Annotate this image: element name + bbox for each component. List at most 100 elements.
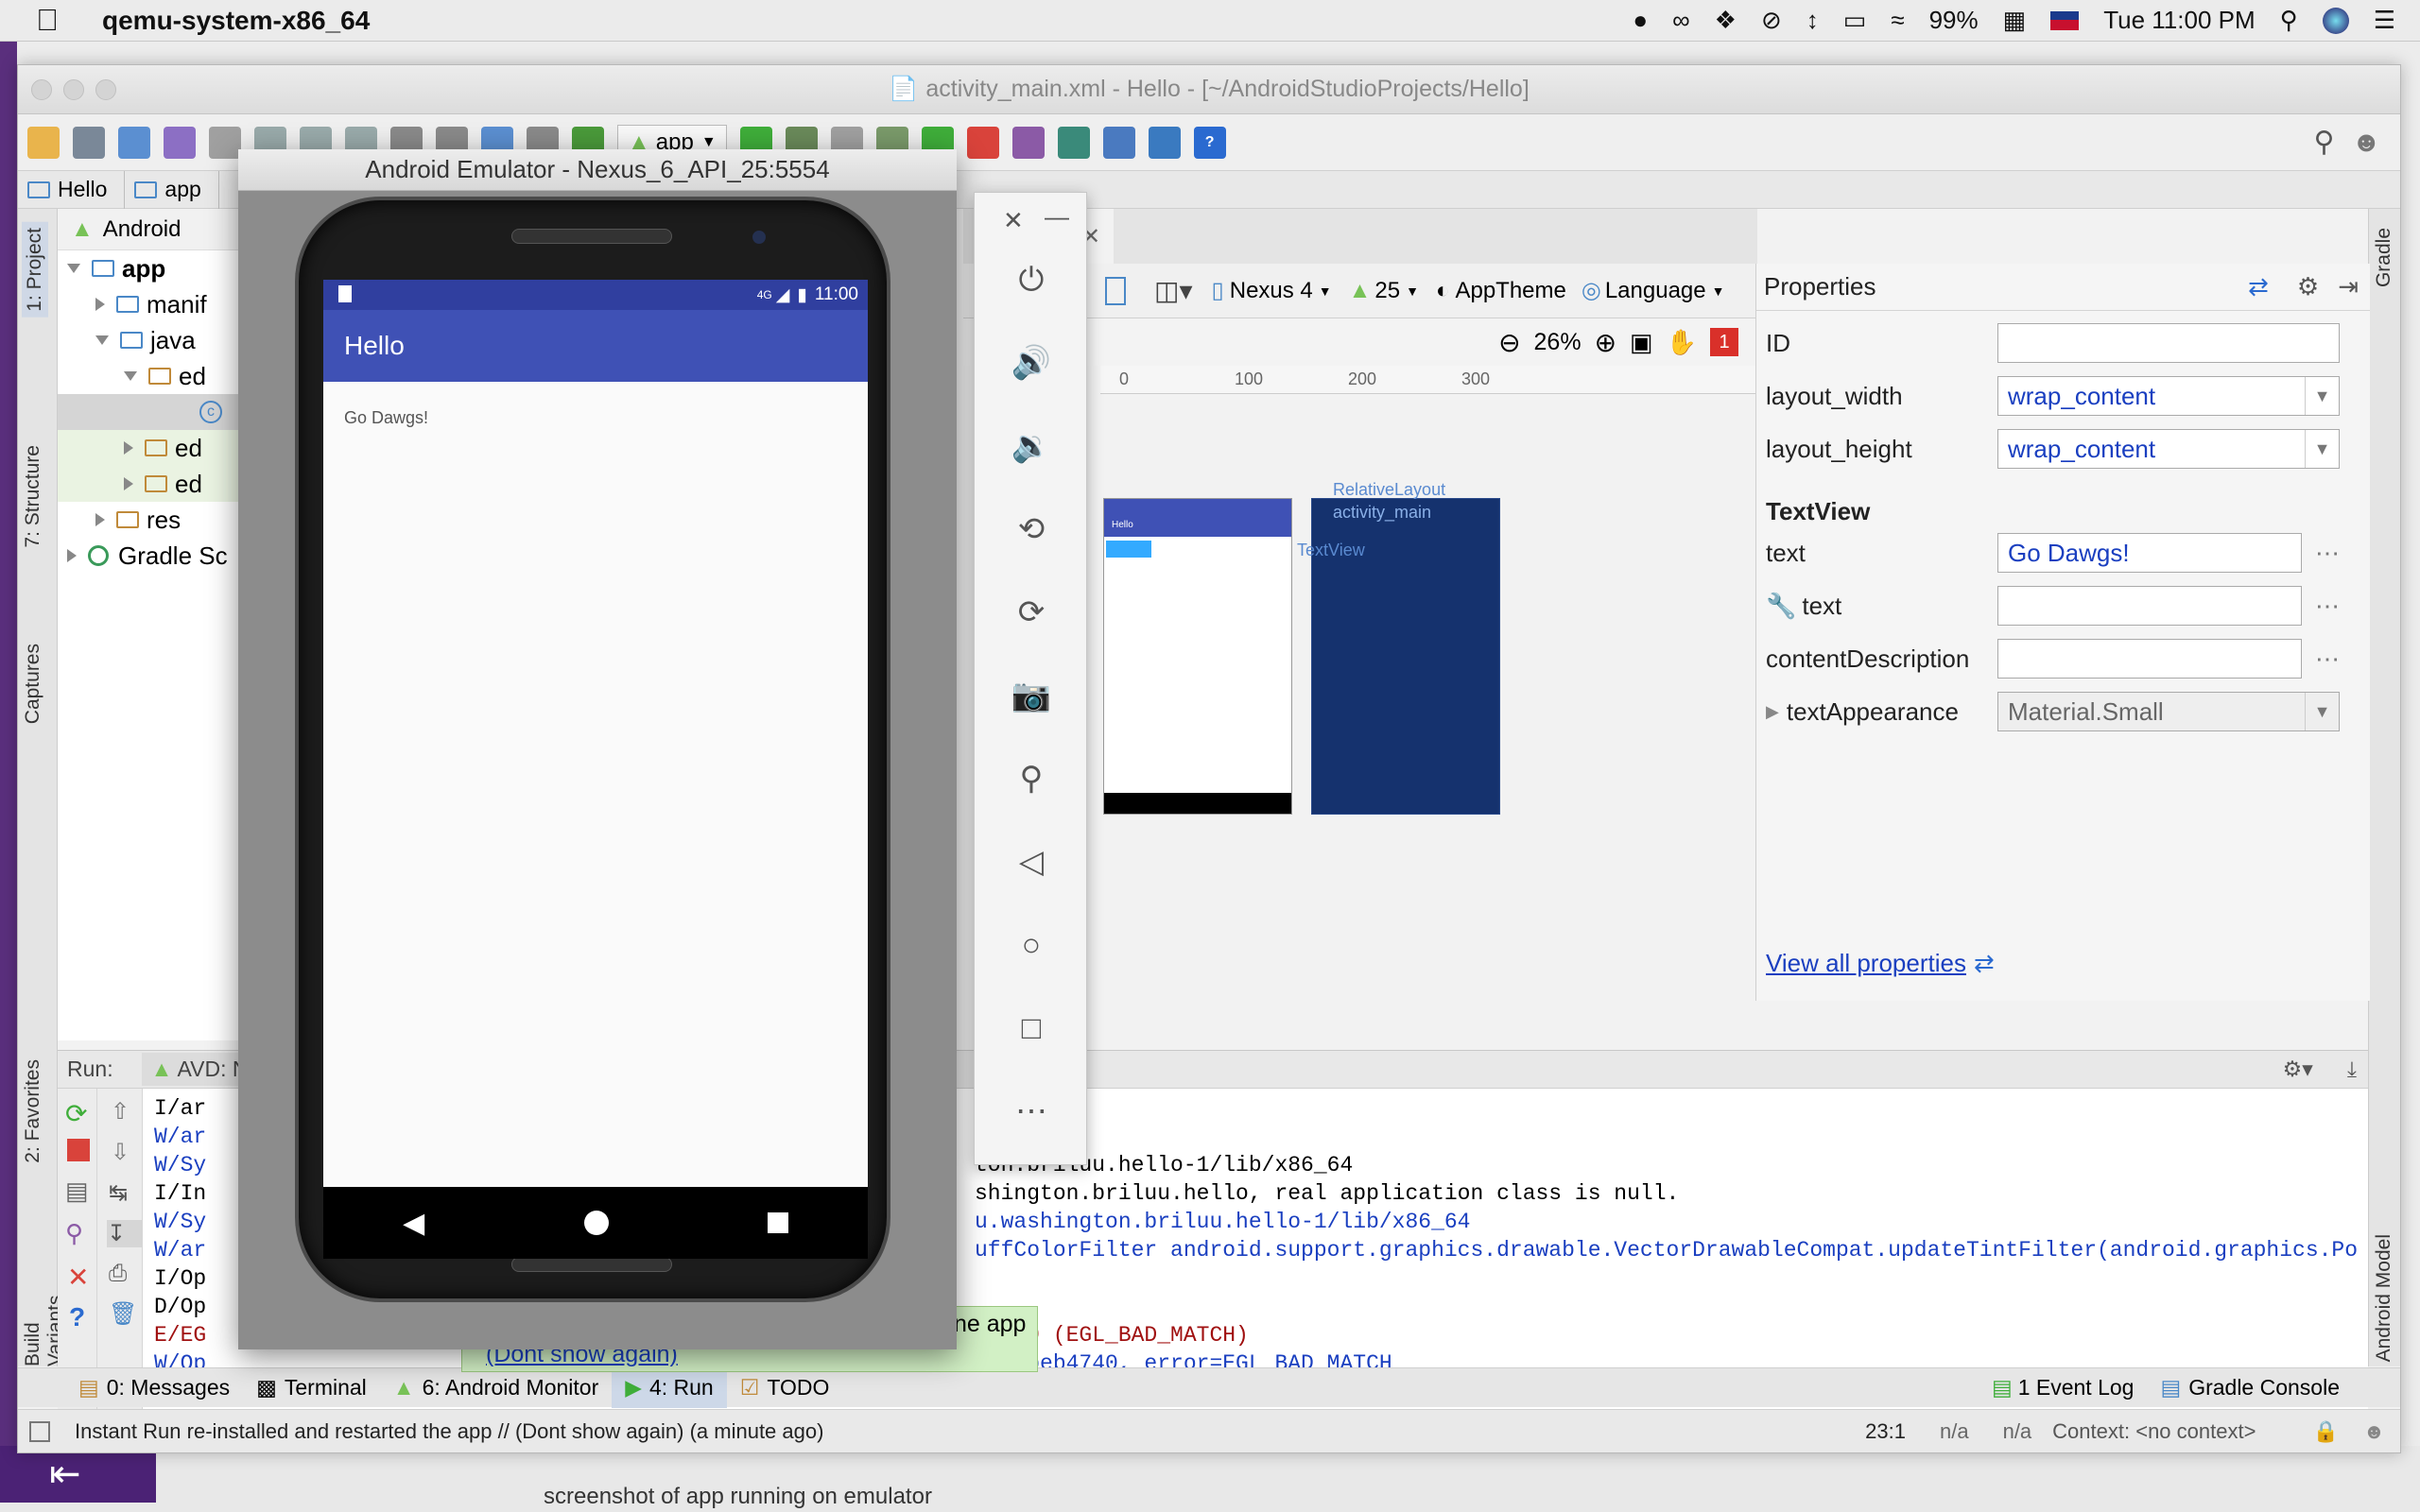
status-icon-1[interactable]: ● bbox=[1633, 6, 1648, 35]
view-all-properties-link[interactable]: View all properties ⇄ bbox=[1766, 942, 2049, 984]
tools-text-field[interactable] bbox=[1997, 586, 2302, 626]
open-icon[interactable] bbox=[27, 126, 60, 159]
airplay-icon[interactable]: ▭ bbox=[1843, 6, 1867, 35]
screenshot-icon[interactable]: 📷 bbox=[1011, 675, 1052, 716]
rerun-icon[interactable]: ⟳ bbox=[65, 1098, 96, 1129]
back-icon[interactable]: ◀ bbox=[403, 1207, 424, 1240]
overview-icon[interactable]: □ bbox=[1011, 1007, 1052, 1049]
more-icon[interactable]: ⋯ bbox=[2315, 592, 2340, 621]
blueprint-textview-label[interactable]: TextView bbox=[1297, 541, 1365, 560]
flag-icon[interactable] bbox=[2050, 10, 2080, 30]
device-select[interactable]: ▯ Nexus 4 ▼ bbox=[1212, 277, 1332, 304]
line-separator[interactable]: n/a bbox=[1940, 1419, 1969, 1444]
stop-icon[interactable] bbox=[966, 126, 999, 159]
sync-icon[interactable]: ↕ bbox=[1806, 6, 1819, 35]
more-icon[interactable]: ⋯ bbox=[1011, 1091, 1052, 1132]
expand-icon[interactable]: ▶ bbox=[1766, 702, 1779, 722]
gear-icon[interactable]: ⚙ bbox=[2297, 272, 2319, 301]
creative-cloud-icon[interactable]: ∞ bbox=[1672, 6, 1690, 35]
tab-captures[interactable]: Captures bbox=[22, 644, 44, 724]
rotate-left-icon[interactable]: ⟲ bbox=[1011, 508, 1052, 550]
layout-width-select[interactable]: wrap_content ▼ bbox=[1997, 376, 2340, 416]
home-icon[interactable] bbox=[583, 1211, 609, 1235]
theme-select[interactable]: ◐ AppTheme bbox=[1436, 278, 1566, 304]
toggle-tool-windows-icon[interactable] bbox=[29, 1420, 50, 1442]
zoom-icon[interactable]: ⚲ bbox=[1011, 758, 1052, 799]
gear-icon[interactable]: ⚙▾ bbox=[2283, 1057, 2313, 1082]
tab-android-model[interactable]: Android Model bbox=[2373, 1234, 2395, 1362]
soft-wrap-icon[interactable]: ↹ bbox=[109, 1179, 142, 1207]
rotate-right-icon[interactable]: ⟳ bbox=[1011, 592, 1052, 633]
tab-android-monitor[interactable]: ▲ 6: Android Monitor bbox=[380, 1368, 612, 1408]
encoding[interactable]: n/a bbox=[2003, 1419, 2032, 1444]
caret-position[interactable]: 23:1 bbox=[1865, 1419, 1906, 1444]
volume-up-icon[interactable]: 🔊 bbox=[1011, 342, 1052, 384]
dropbox-icon[interactable]: ❖ bbox=[1715, 6, 1737, 35]
siri-icon[interactable] bbox=[2322, 7, 2349, 34]
tab-terminal[interactable]: ▩ Terminal bbox=[243, 1368, 380, 1408]
tab-gradle-console[interactable]: ▤ Gradle Console bbox=[2147, 1368, 2353, 1408]
redo-icon[interactable] bbox=[209, 126, 241, 159]
minimize-window-button[interactable] bbox=[63, 79, 84, 100]
notification-center-icon[interactable]: ☰ bbox=[2374, 6, 2395, 35]
dnd-icon[interactable]: ⊘ bbox=[1761, 6, 1782, 35]
back-icon[interactable]: ◁ bbox=[1011, 841, 1052, 883]
wifi-icon[interactable]: ≈ bbox=[1891, 6, 1904, 35]
orientation-icon[interactable]: ◫▾ bbox=[1154, 275, 1193, 306]
context-indicator[interactable]: Context: <no context> bbox=[2052, 1419, 2256, 1444]
volume-down-icon[interactable]: 🔉 bbox=[1011, 425, 1052, 467]
breadcrumb-item-app[interactable]: app bbox=[125, 170, 219, 209]
avd-manager-icon[interactable] bbox=[1011, 126, 1045, 159]
apple-icon[interactable]:  bbox=[36, 3, 68, 38]
design-preview[interactable]: Hello bbox=[1103, 498, 1292, 815]
blueprint-view[interactable]: RelativeLayout activity_main TextView bbox=[1297, 480, 1500, 815]
app-menu-name[interactable]: qemu-system-x86_64 bbox=[102, 6, 370, 36]
scroll-to-end-icon[interactable]: ↧ bbox=[107, 1220, 142, 1247]
print-icon[interactable]: ⎙ bbox=[109, 1261, 142, 1287]
tab-run[interactable]: ▶ 4: Run bbox=[612, 1367, 727, 1408]
battery-percent[interactable]: 99% bbox=[1929, 6, 1979, 35]
issues-badge[interactable]: 1 bbox=[1710, 328, 1738, 356]
undo-icon[interactable] bbox=[164, 126, 196, 159]
text-field[interactable]: Go Dawgs! bbox=[1997, 533, 2302, 573]
content-description-field[interactable] bbox=[1997, 639, 2302, 679]
save-icon[interactable] bbox=[73, 126, 105, 159]
tab-event-log[interactable]: ▤ 1 Event Log bbox=[1979, 1368, 2148, 1408]
battery-icon[interactable]: ▦ bbox=[2003, 6, 2027, 35]
inspector-icon[interactable]: ☻ bbox=[2363, 1419, 2385, 1444]
lock-icon[interactable]: 🔒 bbox=[2312, 1419, 2338, 1444]
tab-structure[interactable]: 7: Structure bbox=[22, 445, 44, 548]
pin-icon[interactable]: ⚲ bbox=[65, 1219, 96, 1248]
hide-panel-icon[interactable]: ⤓ bbox=[2347, 1057, 2357, 1082]
download-icon[interactable] bbox=[1148, 126, 1181, 159]
close-icon[interactable]: ✕ bbox=[1003, 206, 1024, 235]
menu-clock[interactable]: Tue 11:00 PM bbox=[2103, 6, 2255, 35]
swap-icon[interactable]: ⇄ bbox=[2248, 272, 2269, 301]
stop-icon[interactable] bbox=[67, 1139, 90, 1161]
text-appearance-select[interactable]: Material.Small ▼ bbox=[1997, 692, 2340, 731]
more-icon[interactable]: ⋯ bbox=[2315, 644, 2340, 674]
arrow-down-icon[interactable]: ⇩ bbox=[111, 1139, 142, 1166]
power-icon[interactable]: ⏻ bbox=[1011, 259, 1052, 301]
zoom-in-icon[interactable]: ⊕ bbox=[1595, 327, 1616, 358]
tab-gradle[interactable]: Gradle bbox=[2373, 228, 2395, 287]
api-select[interactable]: ▲ 25 ▼ bbox=[1349, 278, 1419, 304]
emulator-titlebar[interactable]: Android Emulator - Nexus_6_API_25:5554 bbox=[238, 149, 957, 191]
layout-height-select[interactable]: wrap_content ▼ bbox=[1997, 429, 2340, 469]
search-everywhere-icon[interactable]: ⚲ bbox=[2313, 126, 2334, 159]
trash-icon[interactable]: 🗑 bbox=[109, 1300, 142, 1328]
preview-textview[interactable] bbox=[1106, 541, 1151, 558]
pan-hand-icon[interactable]: ✋ bbox=[1667, 328, 1697, 357]
status-message[interactable]: Instant Run re-installed and restarted t… bbox=[75, 1419, 823, 1444]
zoom-window-button[interactable] bbox=[95, 79, 116, 100]
language-select[interactable]: ◎ Language ▼ bbox=[1582, 277, 1725, 304]
sdk-manager-icon[interactable] bbox=[1057, 126, 1090, 159]
window-titlebar[interactable]: 📄 activity_main.xml - Hello - [~/Android… bbox=[18, 65, 2400, 114]
close-window-button[interactable] bbox=[31, 79, 52, 100]
device-screen[interactable]: 4G ◢ ▮ 11:00 Hello Go Dawgs! ◀ bbox=[323, 280, 868, 1259]
help-icon[interactable]: ? bbox=[69, 1302, 96, 1332]
close-icon[interactable]: ✕ bbox=[67, 1262, 96, 1293]
tab-messages[interactable]: ▤ 0: Messages bbox=[65, 1368, 243, 1408]
zoom-out-icon[interactable]: ⊖ bbox=[1498, 327, 1520, 358]
spotlight-icon[interactable]: ⚲ bbox=[2280, 6, 2298, 35]
